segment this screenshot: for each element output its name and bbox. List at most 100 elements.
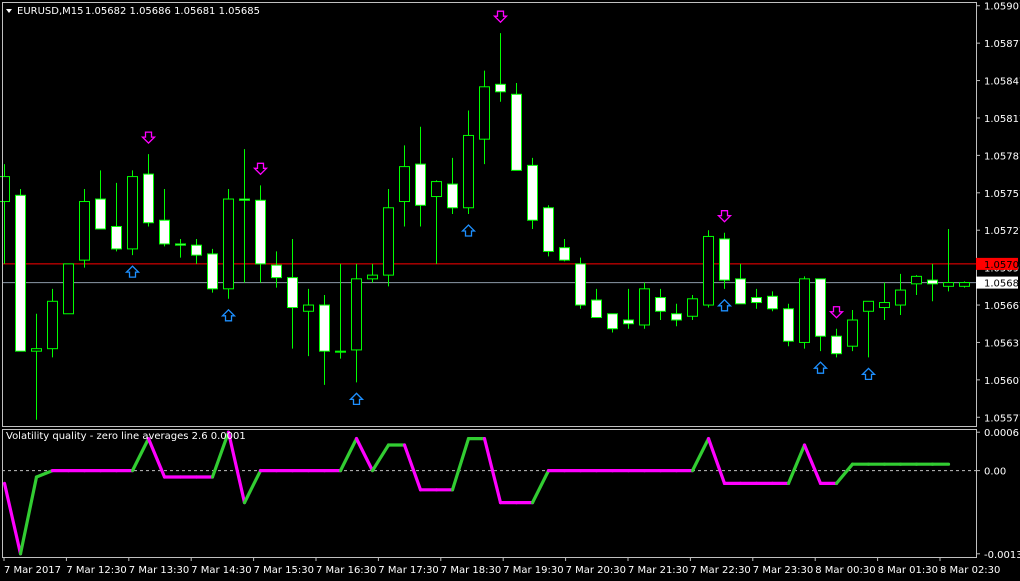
candle-bear [511,93,522,171]
buy-arrow-icon [460,224,477,237]
indicator-segment [834,462,855,485]
candle-bull [79,201,90,261]
candle-bull [463,134,474,209]
x-tick-label: 7 Mar 15:30 [254,565,314,576]
candle-bull [0,176,10,203]
y-tick-label: 1.05637 [984,338,1020,349]
candle-bear [623,319,634,325]
chart-window: 1.05907 1.05877 1.05847 1.05817 1.05787 1.057… [0,0,1020,581]
x-tick-label: 7 Mar 13:30 [129,565,189,576]
indicator-segment [242,469,263,505]
y-tick-label: 1.05667 [984,301,1020,312]
candle-bear [447,183,458,209]
candle-bull [367,274,378,280]
y-tick-label: 1.05817 [984,114,1020,125]
candle-bear [719,238,730,281]
buy-arrow-icon [716,298,733,312]
candle-bear [191,244,202,256]
candle-bear [159,219,170,245]
candle-bear [527,164,538,221]
candle-bull [223,198,234,290]
y-tick-label: 1.05577 [984,413,1020,424]
candle-bear [239,198,250,201]
x-tick-label: 8 Mar 00:30 [815,565,875,576]
indicator-segment [354,437,375,473]
buy-arrow-icon [348,392,365,406]
candle-bull [431,181,442,198]
x-tick-label: 7 Mar 23:30 [753,565,813,576]
indicator-segment [786,443,807,485]
indicator-panel[interactable] [2,430,976,556]
indicator-segment [338,437,359,473]
candle-bear [575,263,586,306]
indicator-segment [402,443,423,492]
sell-arrow-icon [492,10,509,24]
candle-bear [735,278,746,305]
ind-y-tick-label: 0.0006 [984,428,1019,439]
indicator-segment [530,469,551,505]
candle-bear [15,194,26,352]
candle-bear [591,299,602,319]
candle-bull [943,282,954,287]
candle-bear [495,83,506,93]
indicator-frame [2,429,977,558]
buy-arrow-icon [220,308,237,322]
candle-bear [767,295,778,310]
buy-arrow-icon [124,265,141,278]
x-tick-label: 7 Mar 16:30 [316,565,376,576]
indicator-segment [450,437,471,492]
candle-bear [751,297,762,304]
candle-bull [127,176,138,250]
ind-y-tick-label: -0.0013 [984,550,1020,561]
x-tick-label: 8 Mar 02:30 [940,565,1000,576]
candle-bull [687,298,698,317]
candle-bull [879,302,890,309]
sell-arrow-icon [716,210,733,223]
candle-bear [111,225,122,250]
candle-bull [351,278,362,351]
buy-arrow-icon [860,367,877,381]
triangle-down-icon[interactable] [6,9,12,13]
candle-bear [319,304,330,352]
candle-bear [143,173,154,224]
x-tick-label: 7 Mar 2017 [4,565,61,576]
candle-bull [799,278,810,343]
candle-bear [207,253,218,290]
indicator-segment [690,437,711,473]
candle-bear [831,335,842,355]
candle-bull [703,235,714,306]
symbol-timeframe: EURUSD,M15 [17,6,83,17]
candle-bear [607,313,618,330]
candle-bull [31,348,42,352]
x-tick-label: 7 Mar 20:30 [566,565,626,576]
x-tick-label: 7 Mar 21:30 [628,565,688,576]
indicator-segment [130,437,151,473]
chart-svg: 1.05907 1.05877 1.05847 1.05817 1.05787 1.057… [0,2,1020,576]
indicator-segment [2,481,23,556]
candle-bull [383,207,394,276]
candle-bull [63,263,74,315]
candle-bear [271,264,282,279]
candle-bear [287,277,298,309]
candle-bear [927,279,938,285]
main-chart-panel[interactable] [0,10,976,420]
indicator-segment [802,443,823,485]
y-tick-label: 1.05907 [984,2,1020,13]
sell-arrow-icon [252,162,269,176]
sell-arrow-icon [140,131,157,145]
candle-bear [559,247,570,261]
candle-bear [783,308,794,342]
ohlc-values: 1.05682 1.05686 1.05681 1.05685 [85,6,260,17]
candle-bull [303,304,314,312]
red-level-label: 1.05700 [984,260,1020,271]
x-tick-label: 7 Mar 19:30 [503,565,563,576]
candle-bear [415,163,426,206]
y-tick-label: 1.05757 [984,189,1020,200]
ind-y-tick-label: 0.00 [984,467,1006,478]
candle-bull [335,350,346,353]
indicator-segment [226,430,247,505]
indicator-segment [706,437,727,485]
candle-bull [639,288,650,326]
candle-bull [47,300,58,350]
x-tick-label: 7 Mar 17:30 [378,565,438,576]
